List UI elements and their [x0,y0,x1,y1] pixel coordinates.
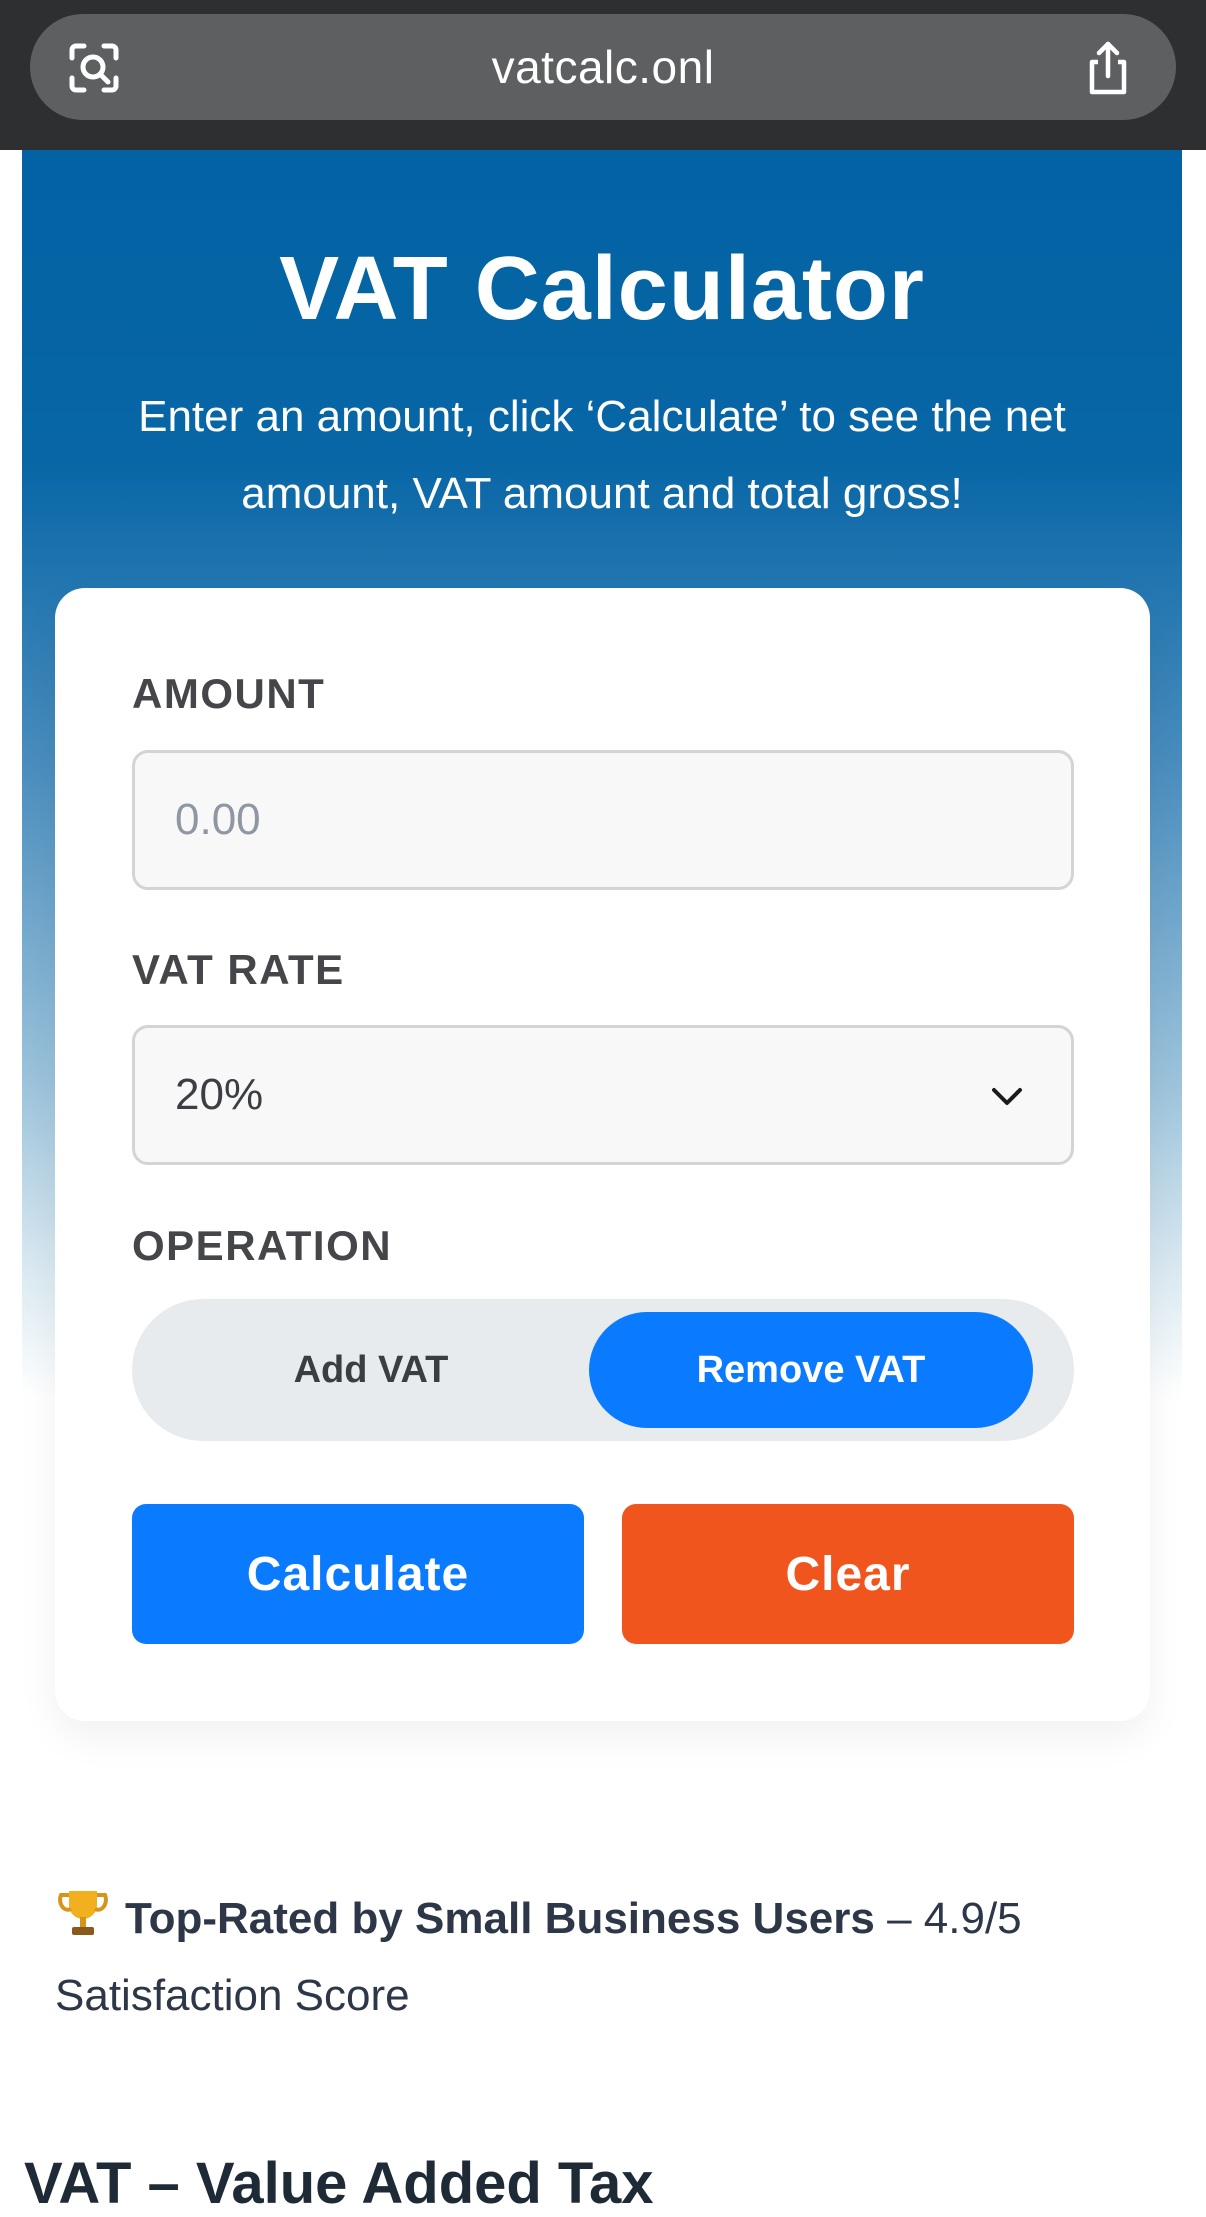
rating-bold-text: Top-Rated by Small Business Users [125,1894,875,1943]
address-bar[interactable]: vatcalc.onl [30,14,1176,120]
vat-rate-value: 20% [175,1070,264,1119]
calculator-card: AMOUNT 0.00 VAT RATE 20% OPERATION Add V… [55,588,1150,1721]
chevron-down-icon [992,1088,1022,1105]
amount-placeholder: 0.00 [175,795,261,844]
operation-toggle: Add VAT Remove VAT [132,1299,1074,1441]
amount-label: AMOUNT [132,670,326,717]
vat-rate-select[interactable]: 20% [132,1025,1074,1165]
rating-statement: Top-Rated by Small Business Users – 4.9/… [55,1880,1155,2034]
calculate-button[interactable]: Calculate [132,1504,584,1644]
share-icon[interactable] [1080,40,1136,96]
operation-label: OPERATION [132,1222,393,1269]
amount-input[interactable]: 0.00 [132,750,1074,890]
page-title: VAT Calculator [279,239,925,339]
page-subtitle: Enter an amount, click ‘Calculate’ to se… [138,392,1066,518]
browser-toolbar: vatcalc.onl [0,0,1206,150]
clear-button[interactable]: Clear [622,1504,1074,1644]
remove-vat-option[interactable]: Remove VAT [589,1312,1033,1428]
vat-rate-label: VAT RATE [132,946,345,993]
add-vat-option[interactable]: Add VAT [149,1312,593,1428]
section-heading: VAT – Value Added Tax [24,2151,654,2216]
trophy-icon [58,1891,108,1935]
url-text[interactable]: vatcalc.onl [30,14,1176,120]
